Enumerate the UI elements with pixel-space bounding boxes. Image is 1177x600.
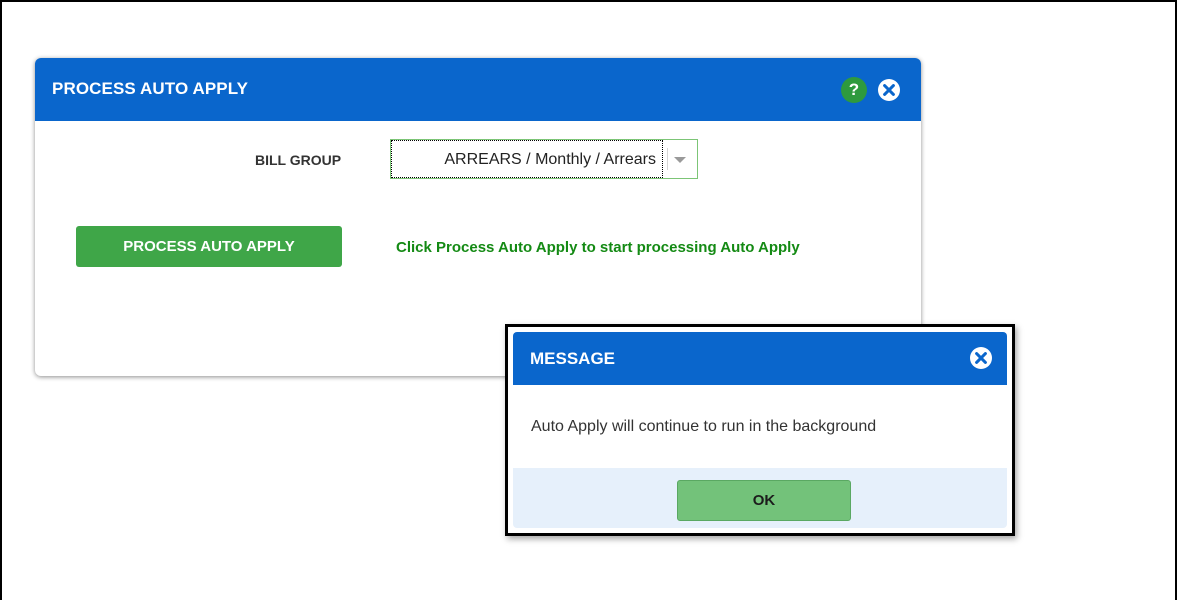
close-icon[interactable] — [969, 346, 993, 370]
bill-group-value-box: ARREARS / Monthly / Arrears — [391, 140, 663, 178]
chevron-down-icon[interactable] — [674, 157, 686, 163]
close-icon[interactable] — [877, 78, 901, 102]
message-dialog: MESSAGE Auto Apply will continue to run … — [513, 332, 1007, 528]
select-divider — [667, 148, 668, 170]
process-auto-apply-button[interactable]: PROCESS AUTO APPLY — [76, 226, 342, 267]
ok-button[interactable]: OK — [677, 480, 851, 521]
message-header: MESSAGE — [513, 332, 1007, 385]
dialog-title: PROCESS AUTO APPLY — [52, 79, 249, 98]
hint-text: Click Process Auto Apply to start proces… — [396, 239, 800, 256]
message-dialog-frame: MESSAGE Auto Apply will continue to run … — [505, 324, 1015, 536]
help-icon[interactable]: ? — [841, 77, 867, 103]
message-text: Auto Apply will continue to run in the b… — [531, 418, 877, 435]
dialog-header: PROCESS AUTO APPLY ? — [35, 58, 921, 121]
message-title: MESSAGE — [530, 349, 616, 368]
bill-group-value: ARREARS / Monthly / Arrears — [444, 151, 656, 168]
message-footer: OK — [513, 468, 1007, 528]
bill-group-select[interactable]: ARREARS / Monthly / Arrears — [390, 139, 698, 179]
bill-group-label: BILL GROUP — [255, 152, 342, 168]
